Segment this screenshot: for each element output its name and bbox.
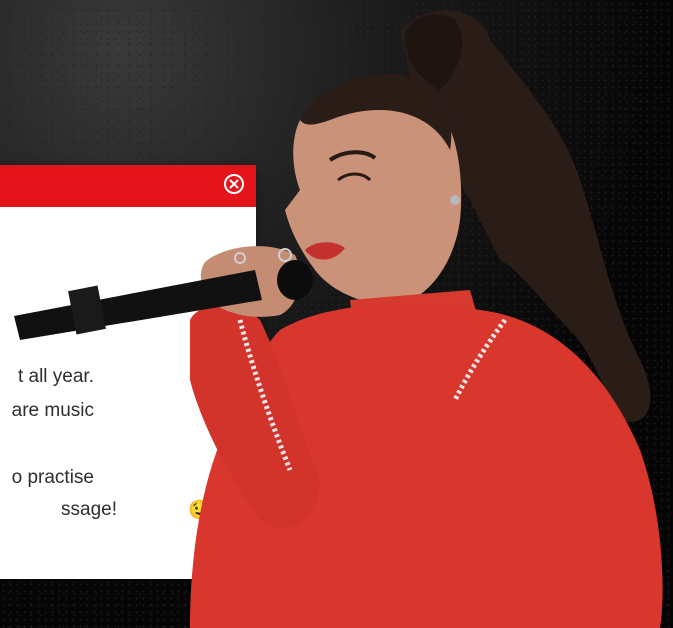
stage: t all year. are music o practise ssage! … bbox=[0, 0, 673, 628]
singer-photo bbox=[14, 10, 663, 628]
